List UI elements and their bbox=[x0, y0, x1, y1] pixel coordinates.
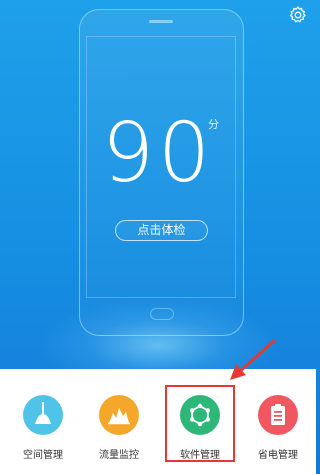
bottom-toolbar: 空间管理 流量监控 软件管理 省电管理 bbox=[0, 369, 316, 474]
phone-speaker bbox=[149, 20, 173, 23]
nav-traffic-circle bbox=[99, 395, 139, 435]
nav-space-circle bbox=[23, 395, 63, 435]
broom-icon bbox=[35, 402, 51, 424]
nav-traffic-monitoring[interactable]: 流量监控 bbox=[84, 386, 154, 468]
nav-power-circle bbox=[258, 395, 298, 435]
score-unit: 分 bbox=[208, 118, 219, 131]
nav-space-label: 空间管理 bbox=[23, 450, 63, 461]
battery-clipboard-icon bbox=[271, 404, 285, 425]
traffic-chart-icon bbox=[108, 408, 130, 425]
highlight-box bbox=[165, 385, 235, 462]
check-up-button[interactable]: 点击体检 bbox=[115, 220, 208, 241]
nav-space-management[interactable]: 空间管理 bbox=[8, 386, 78, 468]
nav-power-label: 省电管理 bbox=[258, 450, 298, 461]
nav-power-management[interactable]: 省电管理 bbox=[243, 386, 313, 468]
nav-traffic-label: 流量监控 bbox=[99, 450, 139, 461]
phone-home-button bbox=[150, 308, 174, 320]
health-score: 90 bbox=[101, 106, 215, 201]
settings-gear-icon[interactable] bbox=[288, 5, 308, 25]
pointer-arrow-icon bbox=[230, 338, 276, 380]
